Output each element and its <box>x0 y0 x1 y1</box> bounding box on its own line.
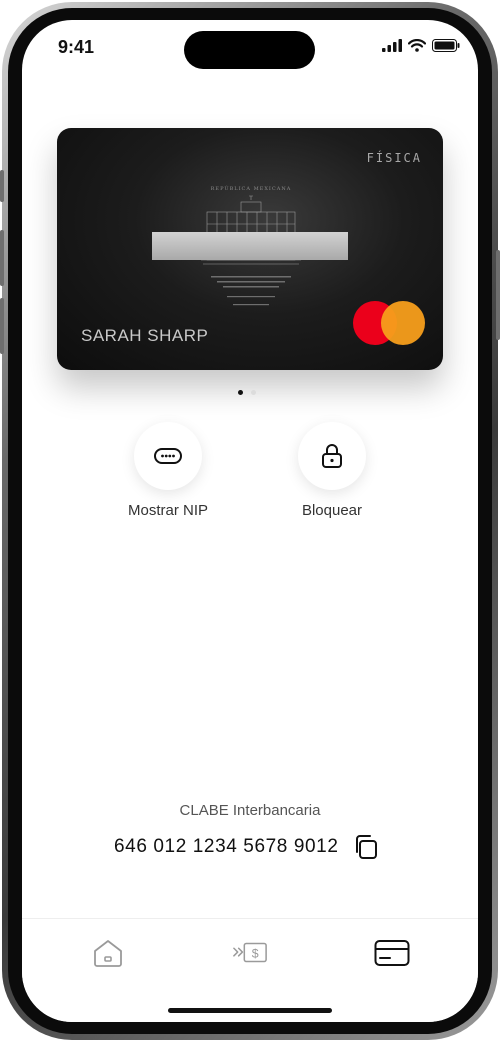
pin-dots-icon <box>154 448 182 464</box>
clabe-title: CLABE Interbancaria <box>179 802 321 819</box>
card-icon <box>374 940 410 966</box>
status-icons <box>382 39 460 52</box>
home-indicator <box>168 1008 332 1013</box>
card-number-redacted <box>152 232 348 260</box>
block-card-button[interactable] <box>298 422 366 490</box>
pagination-dot-active[interactable] <box>238 390 243 395</box>
tab-transfers[interactable]: $ <box>232 937 268 969</box>
cellular-signal-icon <box>382 39 402 52</box>
phone-volume-down-button <box>0 298 4 354</box>
payment-card[interactable]: FÍSICA REPÚBLICA MEXICANA SARAH SHARP <box>57 128 443 370</box>
tab-cards[interactable] <box>374 937 410 969</box>
tab-home[interactable] <box>90 937 126 969</box>
lock-icon <box>322 444 342 468</box>
show-pin-label: Mostrar NIP <box>127 502 208 519</box>
block-card-label: Bloquear <box>301 502 363 519</box>
mastercard-orange-circle <box>381 301 425 345</box>
svg-text:$: $ <box>252 946 259 960</box>
clabe-number: 646 012 1234 5678 9012 <box>114 836 339 857</box>
wifi-icon <box>408 39 426 52</box>
clabe-row: 646 012 1234 5678 9012 <box>114 834 379 860</box>
dynamic-island <box>184 31 315 69</box>
phone-volume-up-button <box>0 230 4 286</box>
card-pagination <box>238 390 256 395</box>
mastercard-logo <box>353 301 425 347</box>
status-time: 9:41 <box>58 37 95 57</box>
phone-power-button <box>496 250 500 340</box>
phone-side-button <box>0 170 4 202</box>
home-icon <box>94 940 122 967</box>
emblem-text: REPÚBLICA MEXICANA <box>211 184 292 192</box>
pagination-dot[interactable] <box>251 390 256 395</box>
card-type-label: FÍSICA <box>366 151 422 165</box>
transfer-money-icon: $ <box>233 942 267 963</box>
app-screen: 9:41 FÍSICA REPÚBLICA MEXICANA SARAH SHA… <box>22 20 478 1022</box>
card-holder-name: SARAH SHARP <box>81 326 209 345</box>
tab-bar: $ <box>22 918 478 1022</box>
copy-icon[interactable] <box>353 834 379 860</box>
battery-icon <box>432 39 460 52</box>
block-card-action[interactable]: Bloquear <box>262 422 402 519</box>
show-pin-button[interactable] <box>134 422 202 490</box>
show-pin-action[interactable]: Mostrar NIP <box>98 422 238 519</box>
